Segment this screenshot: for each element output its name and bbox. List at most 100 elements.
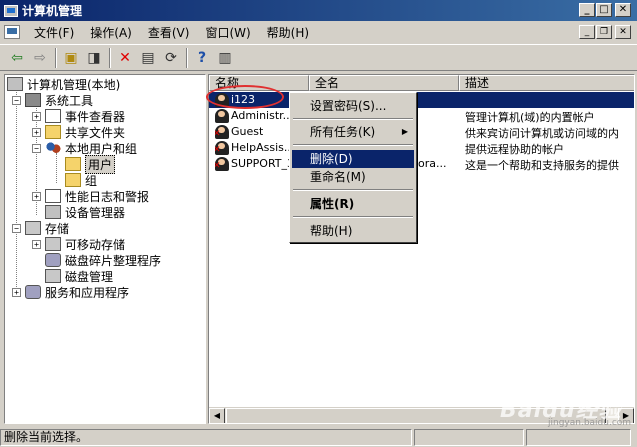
back-arrow-icon[interactable]: ⇦ [6,47,28,69]
expand-icon[interactable]: + [32,127,41,137]
menu-item-rename[interactable]: 重命名(M) [292,168,414,186]
list-row[interactable]: HelpAssis... 提供远程协助的帐户 [209,140,634,156]
forward-arrow-icon[interactable]: ⇨ [29,47,51,69]
show-tree-icon[interactable]: ◨ [83,47,105,69]
users-list: 名称 全名 描述 i123 Administr... 管理计算机(域)的内置帐户… [208,74,635,424]
tree-services-apps[interactable]: + 服务和应用程序 [12,284,129,300]
tree-root-label: 计算机管理(本地) [27,77,121,92]
menu-separator [293,216,413,218]
list-row[interactable]: SUPPORT_3... ora... 这是一个帮助和支持服务的提供 [209,156,634,172]
menu-file[interactable]: 文件(F) [26,24,82,41]
menu-item-help[interactable]: 帮助(H) [292,222,414,240]
minimize-button[interactable]: _ [579,3,595,17]
computer-icon [7,77,23,91]
toolbar-separator [55,47,57,68]
menu-action[interactable]: 操作(A) [82,24,140,41]
tree-connector [56,153,57,183]
menu-item-properties[interactable]: 属性(R) [292,195,414,213]
child-restore-button[interactable]: ❐ [596,25,612,39]
child-minimize-button[interactable]: _ [579,25,595,39]
disabled-user-icon [215,157,229,171]
window-title: 计算机管理 [22,4,83,18]
disabled-user-icon [215,125,229,139]
tree-storage[interactable]: − 存储 [12,220,69,236]
close-button[interactable]: ✕ [615,3,631,17]
tree-shared-folders-label: 共享文件夹 [65,125,126,140]
expand-icon[interactable]: + [12,287,21,297]
title-bar: 计算机管理 [0,0,637,21]
menu-separator [293,189,413,191]
collapse-icon[interactable]: − [32,143,41,153]
users-groups-icon [45,141,61,155]
menu-view[interactable]: 查看(V) [140,24,198,41]
menu-item-delete[interactable]: 删除(D) [292,150,414,168]
watermark-url: jingyan.baidu.com [548,418,632,428]
child-close-button[interactable]: ✕ [615,25,631,39]
list-row[interactable]: Administr... 管理计算机(域)的内置帐户 [209,108,634,124]
tree-defrag[interactable]: 磁盘碎片整理程序 [45,252,161,268]
row-fullname: ora... [418,157,447,170]
annotation-circle-user [206,85,284,109]
menu-item-all-tasks[interactable]: 所有任务(K) ▶ [292,123,414,141]
all-tasks-label: 所有任务(K) [310,125,376,139]
column-header-fullname[interactable]: 全名 [309,75,459,91]
up-folder-icon[interactable]: ▣ [60,47,82,69]
services-icon [25,285,41,299]
tree-device-manager[interactable]: 设备管理器 [45,204,125,220]
tree-system-tools-label: 系统工具 [45,93,94,108]
tree-removable-storage-label: 可移动存储 [65,237,126,252]
tree-shared-folders[interactable]: + 共享文件夹 [32,124,125,140]
maximize-button[interactable]: □ [596,3,612,17]
properties-icon[interactable]: ▤ [137,47,159,69]
submenu-arrow-icon: ▶ [401,127,408,136]
tree-services-apps-label: 服务和应用程序 [45,285,130,300]
row-name: Guest [231,125,264,138]
collapse-icon[interactable]: − [12,223,21,233]
disk-management-icon [45,269,61,283]
context-menu: 设置密码(S)... 所有任务(K) ▶ 删除(D) 重命名(M) 属性(R) … [289,92,417,243]
menu-separator [293,144,413,146]
help-icon[interactable]: ? [191,47,213,69]
console-icon[interactable] [4,25,20,39]
expand-icon[interactable]: + [32,111,41,121]
column-header-description[interactable]: 描述 [459,75,634,91]
tree-perf-logs[interactable]: + 性能日志和警报 [32,188,149,204]
disabled-user-icon [215,141,229,155]
tree-system-tools[interactable]: − 系统工具 [12,92,93,108]
refresh-icon[interactable]: ⟳ [160,47,182,69]
tree-groups-label: 组 [85,173,98,188]
menu-window[interactable]: 窗口(W) [197,24,258,41]
event-viewer-icon [45,109,61,123]
list-row[interactable]: Guest 供来宾访问计算机或访问域的内 [209,124,634,140]
row-description: 这是一个帮助和支持服务的提供 [465,159,619,172]
menu-item-set-password[interactable]: 设置密码(S)... [292,97,414,115]
tools-icon [25,93,41,107]
tree-users[interactable]: 用户 [65,154,116,174]
expand-icon[interactable]: + [32,191,41,201]
tree-connector [16,89,17,295]
tree-event-viewer[interactable]: + 事件查看器 [32,108,125,124]
tree-disk-mgmt[interactable]: 磁盘管理 [45,268,113,284]
toolbar: ⇦ ⇨ ▣ ◨ ✕ ▤ ⟳ ? ▥ [0,44,637,71]
tree-removable-storage[interactable]: + 可移动存储 [32,236,125,252]
row-description: 管理计算机(域)的内置帐户 [465,111,595,124]
tree-root[interactable]: 计算机管理(本地) [7,76,120,92]
device-manager-icon [45,205,61,219]
delete-icon[interactable]: ✕ [114,47,136,69]
row-name: Administr... [231,109,294,122]
scroll-left-icon[interactable]: ◀ [209,408,225,423]
row-description: 供来宾访问计算机或访问域的内 [465,127,619,140]
menu-help[interactable]: 帮助(H) [259,24,317,41]
show-action-pane-icon[interactable]: ▥ [214,47,236,69]
collapse-icon[interactable]: − [12,95,21,105]
folder-icon [65,157,81,171]
expand-icon[interactable]: + [32,239,41,249]
status-text: 删除当前选择。 [0,428,412,446]
toolbar-separator [186,47,188,68]
tree-disk-mgmt-label: 磁盘管理 [65,269,114,284]
removable-storage-icon [45,237,61,251]
menu-separator [293,118,413,120]
tree-groups[interactable]: 组 [65,172,97,188]
computer-management-icon [4,4,18,17]
menu-bar: 文件(F) 操作(A) 查看(V) 窗口(W) 帮助(H) [0,21,637,43]
